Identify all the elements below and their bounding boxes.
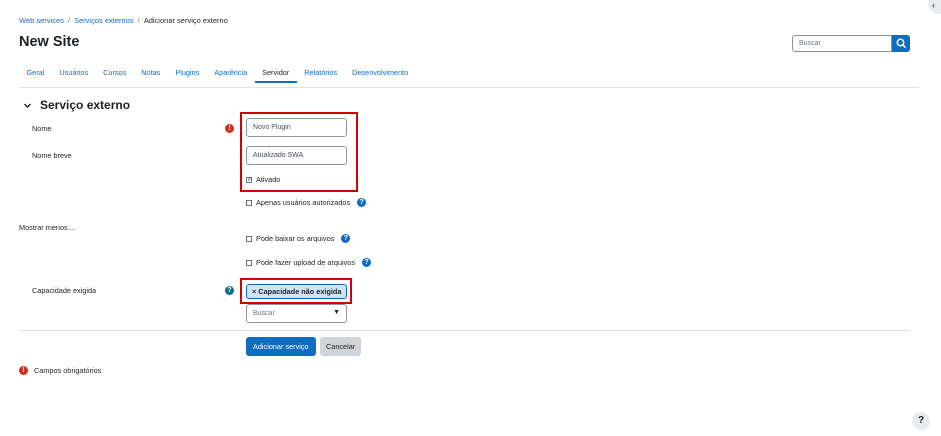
add-service-button[interactable]: Adicionar serviço — [246, 337, 316, 356]
section-title: Serviço externo — [40, 98, 131, 112]
name-field[interactable]: Novo Plugin — [246, 118, 347, 137]
enabled-row: ✓ Ativado — [246, 175, 280, 184]
shortname-field[interactable]: Atualizado SWA — [246, 146, 347, 165]
caret-down-icon: ▼ — [333, 309, 340, 316]
tabs-divider — [19, 87, 919, 88]
capability-tag-label: Capacidade não exigida — [258, 287, 342, 296]
tab-desenvolvimento[interactable]: Desenvolvimento — [345, 63, 416, 83]
tab-usuarios[interactable]: Usuários — [52, 63, 96, 83]
download-row: Pode baixar os arquivos ? — [246, 234, 351, 243]
help-icon[interactable]: ? — [341, 234, 351, 243]
help-icon[interactable]: ? — [225, 286, 234, 295]
authorised-row: Apenas usuários autorizados ? — [246, 198, 367, 207]
breadcrumb-separator: / — [137, 16, 140, 25]
search-input[interactable]: Buscar — [792, 35, 892, 52]
section-header[interactable]: Serviço externo — [23, 98, 130, 112]
capability-search-select[interactable]: Buscar ▼ — [246, 304, 347, 323]
tab-relatorios[interactable]: Relatórios — [297, 63, 345, 83]
tab-geral[interactable]: Geral — [19, 63, 52, 83]
capability-tag[interactable]: × Capacidade não exigida — [246, 284, 348, 299]
tab-notas[interactable]: Notas — [134, 63, 168, 83]
authorised-checkbox[interactable] — [246, 199, 252, 206]
required-icon: ! — [225, 124, 234, 133]
show-less-link[interactable]: Mostrar menos ... — [19, 223, 76, 232]
authorised-label: Apenas usuários autorizados — [256, 198, 351, 207]
tab-aparencia[interactable]: Aparência — [207, 63, 255, 83]
upload-row: Pode fazer upload de arquivos ? — [246, 258, 371, 267]
tab-plugins[interactable]: Plugins — [168, 63, 207, 83]
enabled-checkbox[interactable]: ✓ — [246, 176, 252, 183]
search-icon — [896, 38, 906, 48]
chevron-down-icon — [24, 103, 31, 108]
breadcrumb: Web services / Serviços externos / Adicionar… — [19, 16, 228, 25]
download-checkbox[interactable] — [246, 235, 252, 242]
form-divider — [19, 330, 910, 331]
admin-tabs: Geral Usuários Cursos Notas Plugins Apar… — [19, 63, 416, 88]
name-label: Nome — [32, 124, 52, 133]
help-button[interactable]: ? — [912, 412, 930, 430]
help-icon[interactable]: ? — [361, 258, 371, 267]
tab-cursos[interactable]: Cursos — [96, 63, 134, 83]
cancel-button[interactable]: Cancelar — [320, 337, 362, 356]
drawer-toggle-button[interactable]: ‹ — [928, 0, 941, 14]
shortname-label: Nome breve — [32, 151, 72, 160]
tab-servidor[interactable]: Servidor — [254, 63, 297, 83]
breadcrumb-web-services[interactable]: Web services — [19, 16, 64, 25]
download-label: Pode baixar os arquivos — [256, 234, 335, 243]
required-icon: ! — [19, 366, 28, 375]
capability-search-placeholder: Buscar — [253, 310, 275, 317]
breadcrumb-current: Adicionar serviço externo — [143, 16, 228, 25]
remove-icon[interactable]: × — [252, 287, 256, 296]
help-icon[interactable]: ? — [357, 198, 367, 207]
breadcrumb-external-services[interactable]: Serviços externos — [74, 16, 134, 25]
enabled-label: Ativado — [256, 175, 281, 184]
required-fields-note: Campos obrigatórios — [34, 366, 102, 375]
capability-label: Capacidade exigida — [32, 286, 97, 295]
search-button[interactable] — [892, 35, 910, 52]
page-title: New Site — [19, 34, 80, 50]
upload-label: Pode fazer upload de arquivos — [256, 258, 355, 267]
breadcrumb-separator: / — [67, 16, 70, 25]
upload-checkbox[interactable] — [246, 259, 252, 266]
